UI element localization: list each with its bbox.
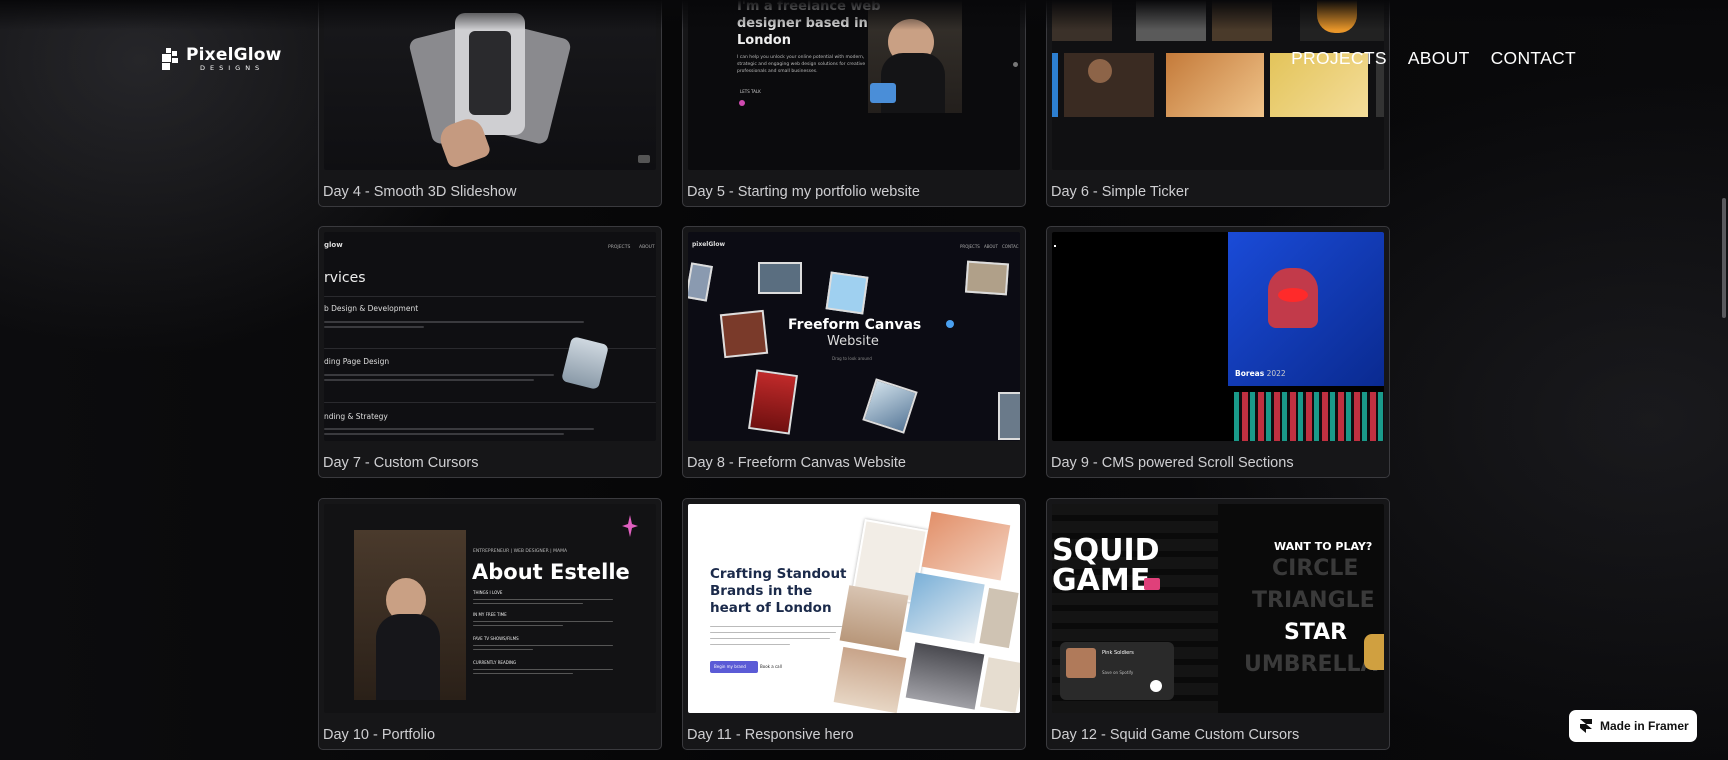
preview-section-label: FAVE TV SHOWS/FILMS — [473, 636, 519, 641]
nav-projects[interactable]: PROJECTS — [1291, 48, 1387, 69]
preview-shape-label: CIRCLE — [1272, 556, 1359, 581]
preview-player-title: Pink Soldiers — [1102, 650, 1134, 656]
preview-nav-item: CONTAC — [1002, 244, 1019, 249]
preview-primary-button: Begin my brand — [710, 661, 758, 673]
project-thumbnail: glow PROJECTS ABOUT rvices b Design & De… — [324, 232, 656, 441]
project-thumbnail: Boreas 2022 — [1052, 232, 1384, 441]
preview-section-label: CURRENTLY READING — [473, 660, 517, 665]
project-title: Day 8 - Freeform Canvas Website — [687, 455, 906, 471]
preview-logo: pixelGlow — [692, 241, 725, 248]
preview-section-label: THINGS I LOVE — [473, 590, 503, 595]
project-card-day-10[interactable]: ENTREPRENEUR | WEB DESIGNER | MAMA About… — [318, 498, 662, 750]
preview-nav-item: PROJECTS — [960, 244, 980, 249]
project-thumbnail: Crafting Standout Brands in the heart of… — [688, 504, 1020, 713]
preview-section-title: b Design & Development — [324, 304, 419, 313]
project-card-day-12[interactable]: SQUID GAME Pink Soldiers Save on Spotify… — [1046, 498, 1390, 750]
preview-nav-item: ABOUT — [984, 244, 998, 249]
project-title: Day 5 - Starting my portfolio website — [687, 184, 920, 200]
preview-section-title: nding & Strategy — [324, 412, 388, 421]
project-card-day-7[interactable]: glow PROJECTS ABOUT rvices b Design & De… — [318, 226, 662, 478]
project-card-day-11[interactable]: Crafting Standout Brands in the heart of… — [682, 498, 1026, 750]
nav-about[interactable]: ABOUT — [1408, 48, 1470, 69]
scrollbar[interactable] — [1722, 198, 1726, 318]
preview-heading-line: Brands in the — [710, 583, 813, 599]
preview-title: About Estelle — [472, 560, 630, 584]
preview-tag-year: 2022 — [1266, 369, 1286, 378]
preview-shape-label: STAR — [1284, 620, 1348, 645]
preview-logo: glow — [324, 241, 343, 249]
preview-heading-line: Crafting Standout — [710, 566, 847, 582]
preview-note: Drag to look around — [832, 356, 872, 361]
preview-subtitle: Website — [827, 334, 879, 349]
project-title: Day 9 - CMS powered Scroll Sections — [1051, 455, 1294, 471]
preview-heading: rvices — [324, 270, 366, 286]
brand-name: PixelGlow — [186, 45, 282, 65]
project-card-day-8[interactable]: pixelGlow PROJECTS ABOUT CONTAC Freeform… — [682, 226, 1026, 478]
preview-heading-line: heart of London — [710, 600, 832, 616]
nav-contact[interactable]: CONTACT — [1491, 48, 1576, 69]
sparkle-icon — [622, 515, 638, 537]
badge-label: Made in Framer — [1600, 719, 1689, 733]
project-title: Day 6 - Simple Ticker — [1051, 184, 1189, 200]
preview-eyebrow: ENTREPRENEUR | WEB DESIGNER | MAMA — [473, 549, 568, 554]
project-title: Day 10 - Portfolio — [323, 727, 436, 743]
project-title: Day 11 - Responsive hero — [687, 727, 854, 743]
preview-secondary-button: Book a call — [760, 664, 782, 669]
project-card-day-9[interactable]: Boreas 2022 Day 9 - CMS powered Scroll S… — [1046, 226, 1390, 478]
preview-section-label: IN MY FREE TIME — [473, 612, 507, 617]
project-title: Day 4 - Smooth 3D Slideshow — [323, 184, 517, 200]
site-header: PixelGlow DESIGNS PROJECTS ABOUT CONTACT — [0, 0, 1728, 120]
preview-nav-item: PROJECTS — [608, 245, 631, 250]
preview-tag-name: Boreas — [1235, 369, 1265, 378]
brand-tagline: DESIGNS — [200, 64, 265, 72]
preview-shape-label: TRIANGLE — [1252, 588, 1375, 613]
preview-logo-line: SQUID — [1052, 533, 1160, 568]
project-title: Day 7 - Custom Cursors — [323, 455, 479, 471]
preview-nav-item: ABOUT — [639, 245, 655, 250]
preview-player-action: Save on Spotify — [1102, 670, 1134, 675]
preview-prompt: WANT TO PLAY? — [1274, 540, 1373, 553]
framer-icon — [1580, 719, 1592, 733]
preview-section-title: ding Page Design — [324, 357, 390, 366]
pixel-logo-icon — [162, 48, 180, 70]
project-thumbnail: SQUID GAME Pink Soldiers Save on Spotify… — [1052, 504, 1384, 713]
main-nav: PROJECTS ABOUT CONTACT — [1291, 48, 1576, 69]
preview-shape-label: UMBRELLA — [1244, 652, 1378, 677]
project-thumbnail: pixelGlow PROJECTS ABOUT CONTAC Freeform… — [688, 232, 1020, 441]
project-thumbnail: ENTREPRENEUR | WEB DESIGNER | MAMA About… — [324, 504, 656, 713]
made-in-framer-badge[interactable]: Made in Framer — [1569, 710, 1697, 742]
project-title: Day 12 - Squid Game Custom Cursors — [1051, 727, 1300, 743]
preview-title: Freeform Canvas — [788, 317, 922, 333]
